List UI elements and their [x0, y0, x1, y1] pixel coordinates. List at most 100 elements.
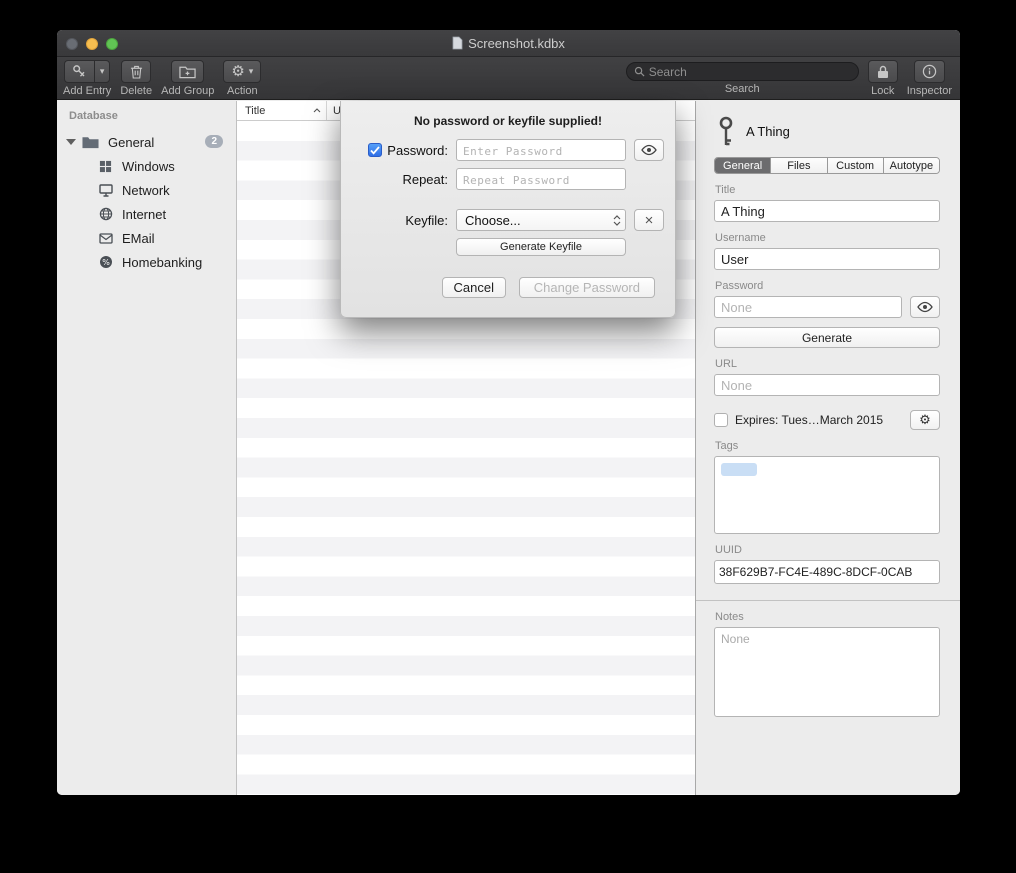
document-icon	[452, 36, 463, 50]
delete-button[interactable]	[121, 60, 151, 83]
envelope-icon	[98, 233, 113, 244]
sidebar-item-label: EMail	[122, 231, 155, 246]
add-group-label: Add Group	[161, 85, 214, 97]
add-entry-label: Add Entry	[63, 85, 111, 97]
close-button[interactable]	[66, 38, 78, 50]
notes-field[interactable]	[714, 627, 940, 717]
sidebar-item-label: Network	[122, 183, 170, 198]
reveal-password-button[interactable]	[910, 296, 940, 318]
tab-files[interactable]: Files	[771, 158, 827, 173]
add-entry-button[interactable]	[64, 60, 94, 83]
magnifier-icon	[634, 66, 645, 77]
search-group: Search	[626, 60, 859, 95]
sidebar-item-label: Homebanking	[122, 255, 202, 270]
password-field[interactable]	[714, 296, 902, 318]
folder-plus-icon	[179, 65, 196, 79]
padlock-icon	[877, 65, 889, 79]
sidebar-item-email[interactable]: EMail	[57, 226, 236, 250]
sidebar-item-label: General	[108, 135, 154, 150]
percent-coin-icon: %	[98, 255, 113, 269]
add-entry-dropdown[interactable]: ▾	[94, 60, 110, 83]
column-header-username[interactable]: U	[327, 105, 341, 117]
dialog-password-input[interactable]	[456, 139, 626, 161]
gear-icon: ⚙	[231, 64, 244, 79]
folder-icon	[82, 136, 99, 149]
search-field[interactable]	[626, 62, 859, 81]
app-window: Screenshot.kdbx ▾ Add Entry	[57, 30, 960, 795]
tab-general[interactable]: General	[715, 158, 771, 173]
sidebar-item-homebanking[interactable]: % Homebanking	[57, 250, 236, 274]
tag-token[interactable]	[721, 463, 757, 476]
title-field-label: Title	[715, 184, 940, 196]
trash-icon	[130, 64, 143, 79]
action-label: Action	[227, 85, 258, 97]
expires-checkbox[interactable]	[714, 413, 728, 427]
search-label: Search	[725, 83, 760, 95]
add-group-button[interactable]	[171, 60, 204, 83]
generate-keyfile-button[interactable]: Generate Keyfile	[456, 238, 626, 256]
inspector-panel: A Thing General Files Custom Autotype Ti…	[696, 101, 960, 795]
delete-label: Delete	[120, 85, 152, 97]
minimize-button[interactable]	[86, 38, 98, 50]
keyfile-popup-button[interactable]: Choose...	[456, 209, 626, 231]
key-icon	[717, 116, 735, 147]
username-field-label: Username	[715, 232, 940, 244]
dialog-message: No password or keyfile supplied!	[361, 114, 655, 128]
url-field[interactable]	[714, 374, 940, 396]
cancel-button[interactable]: Cancel	[442, 277, 506, 298]
dialog-reveal-password-button[interactable]	[634, 139, 664, 161]
sidebar-item-windows[interactable]: Windows	[57, 154, 236, 178]
dialog-repeat-label: Repeat:	[352, 172, 448, 187]
toolbar: ▾ Add Entry Delete Add Group ⚙	[57, 57, 960, 100]
entry-count-badge: 2	[205, 135, 223, 148]
action-group: ⚙ ▾ Action	[223, 60, 261, 97]
chevron-down-icon: ▾	[249, 66, 254, 77]
inspector-button[interactable]	[914, 60, 945, 83]
sidebar-item-internet[interactable]: Internet	[57, 202, 236, 226]
dialog-repeat-input[interactable]	[456, 168, 626, 190]
tags-field-label: Tags	[715, 440, 940, 452]
zoom-button[interactable]	[106, 38, 118, 50]
dialog-password-label: Password:	[387, 143, 448, 158]
search-input[interactable]	[649, 65, 851, 79]
change-password-dialog: No password or keyfile supplied! Passwor…	[340, 101, 676, 318]
sidebar: Database General 2 Windows Network	[57, 101, 237, 795]
expires-options-button[interactable]: ⚙	[910, 410, 940, 430]
sidebar-item-general[interactable]: General 2	[57, 130, 236, 154]
clear-keyfile-button[interactable]: ×	[634, 209, 664, 231]
password-checkbox[interactable]	[368, 143, 382, 157]
window-title: Screenshot.kdbx	[468, 36, 565, 51]
title-field[interactable]	[714, 200, 940, 222]
username-field[interactable]	[714, 248, 940, 270]
chevron-down-icon: ▾	[100, 66, 105, 77]
sidebar-item-label: Internet	[122, 207, 166, 222]
key-plus-icon	[72, 64, 87, 79]
traffic-lights	[66, 38, 118, 50]
tags-field[interactable]	[714, 456, 940, 534]
popup-stepper-icon	[610, 212, 623, 228]
column-title-label: Title	[245, 105, 265, 117]
sidebar-item-network[interactable]: Network	[57, 178, 236, 202]
generate-password-button[interactable]: Generate	[714, 327, 940, 348]
svg-text:%: %	[102, 258, 110, 267]
change-password-button[interactable]: Change Password	[519, 277, 655, 298]
tab-custom[interactable]: Custom	[828, 158, 884, 173]
expires-label: Expires: Tues…March 2015	[735, 413, 903, 427]
inspector-divider	[696, 600, 960, 601]
tab-autotype[interactable]: Autotype	[884, 158, 939, 173]
inspector-tabs: General Files Custom Autotype	[714, 157, 940, 174]
add-entry-group: ▾ Add Entry	[63, 60, 111, 97]
action-button[interactable]: ⚙ ▾	[223, 60, 261, 83]
eye-icon	[641, 144, 657, 156]
eye-icon	[917, 301, 933, 313]
notes-field-label: Notes	[715, 611, 940, 623]
x-icon: ×	[645, 213, 654, 228]
password-field-label: Password	[715, 280, 940, 292]
uuid-field-label: UUID	[715, 544, 940, 556]
uuid-field[interactable]	[714, 560, 940, 584]
lock-button[interactable]	[868, 60, 898, 83]
column-header-title[interactable]: Title	[237, 101, 327, 120]
windows-icon	[98, 160, 113, 173]
disclosure-triangle-icon[interactable]	[66, 139, 76, 145]
add-group-group: Add Group	[161, 60, 214, 97]
